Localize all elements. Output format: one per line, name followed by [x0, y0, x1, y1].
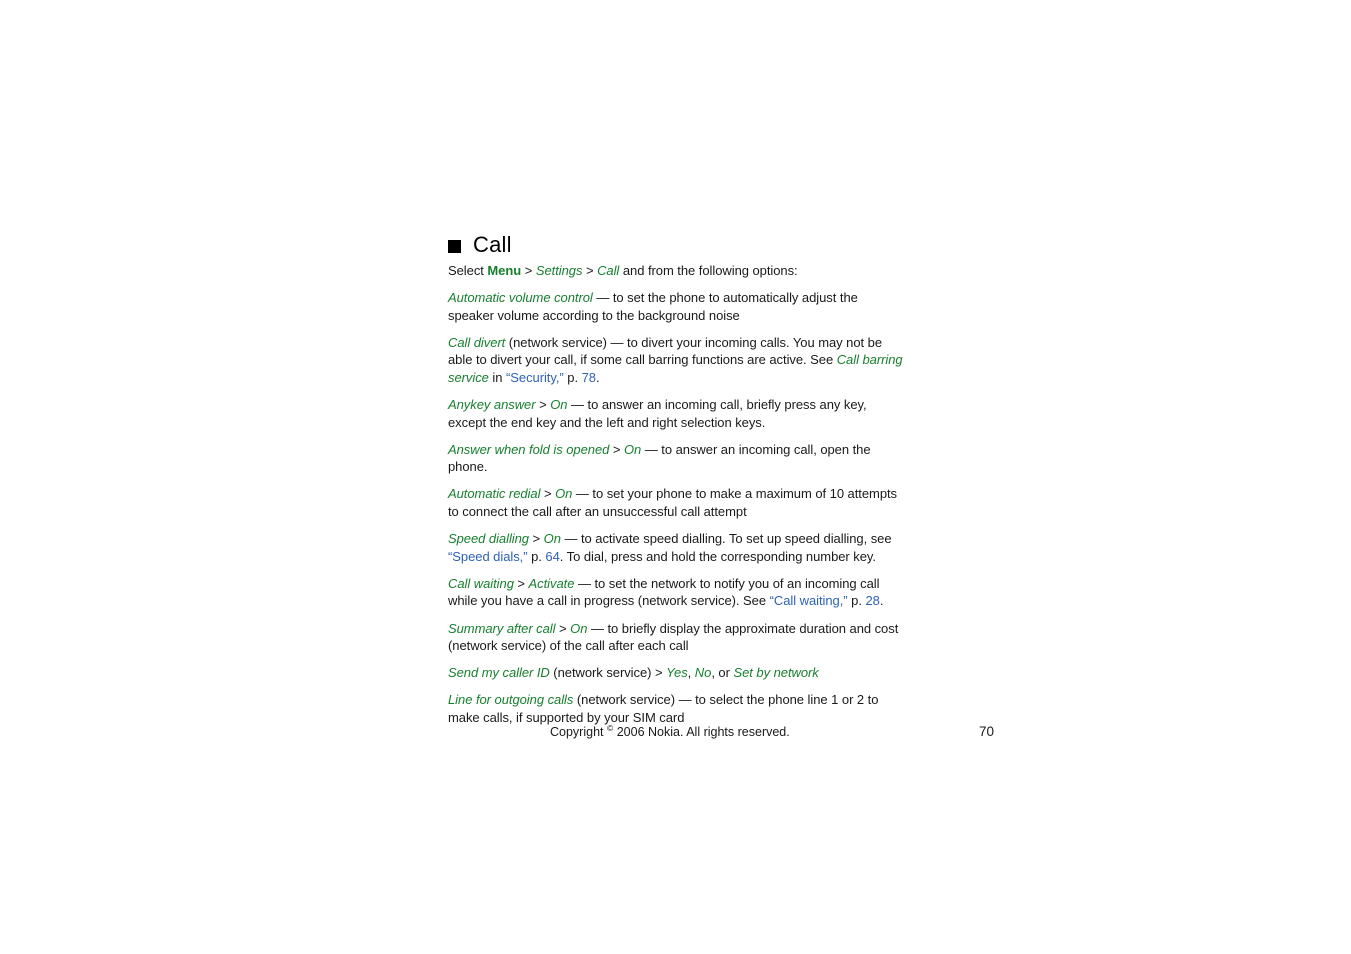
value-send-caller-id-yes: Yes: [666, 665, 688, 681]
value-speed-dialling: On: [543, 531, 561, 547]
paragraph-answer-when-fold-is-opened: Answer when fold is opened > On — to ans…: [448, 441, 904, 476]
link-security[interactable]: “Security,”: [506, 370, 564, 385]
term-anykey-answer: Anykey answer: [448, 397, 536, 413]
sep-automatic-redial: >: [540, 486, 556, 502]
link-call-waiting[interactable]: “Call waiting,”: [770, 593, 848, 608]
intro-separator-1: >: [521, 263, 536, 278]
sep-summary-after-call: >: [555, 620, 571, 636]
document-page: Call Select Menu > Settings > Call and f…: [0, 0, 1351, 954]
body-content: Select Menu > Settings > Call and from t…: [448, 262, 904, 726]
paragraph-line-for-outgoing-calls: Line for outgoing calls (network service…: [448, 691, 904, 726]
intro-tail-text: and from the following options:: [619, 263, 798, 278]
term-send-my-caller-id: Send my caller ID: [448, 665, 550, 681]
desc-speed-dialling-c: . To dial, press and hold the correspond…: [559, 548, 876, 564]
term-automatic-redial: Automatic redial: [448, 486, 541, 502]
page-ref-78[interactable]: 78: [582, 370, 596, 385]
desc-call-waiting-c: .: [879, 593, 884, 609]
paragraph-send-my-caller-id: Send my caller ID (network service) > Ye…: [448, 664, 904, 682]
intro-separator-2: >: [582, 263, 598, 278]
desc-call-divert-d: .: [595, 369, 600, 385]
page-title: Call: [473, 232, 512, 257]
paragraph-call-waiting: Call waiting > Activate — to set the net…: [448, 575, 904, 610]
sep-anykey-answer: >: [535, 397, 551, 413]
paragraph-automatic-volume-control: Automatic volume control — to set the ph…: [448, 289, 904, 324]
intro-call-term: Call: [597, 263, 620, 278]
value-send-caller-id-no: No: [694, 665, 712, 681]
value-send-caller-id-set-by-network: Set by network: [733, 665, 819, 681]
sep-speed-dialling: >: [528, 531, 544, 547]
desc-call-waiting-b: p.: [847, 593, 866, 609]
paragraph-call-divert: Call divert (network service) — to diver…: [448, 334, 904, 387]
term-call-waiting: Call waiting: [448, 575, 514, 591]
desc-call-divert-c: p.: [563, 369, 582, 385]
intro-menu-term: Menu: [487, 263, 522, 278]
desc-speed-dialling-b: p.: [527, 548, 546, 564]
link-speed-dials[interactable]: “Speed dials,”: [448, 549, 528, 564]
paragraph-automatic-redial: Automatic redial > On — to set your phon…: [448, 485, 904, 520]
copyright-prefix: Copyright: [550, 725, 607, 739]
term-call-divert: Call divert: [448, 334, 506, 350]
term-speed-dialling: Speed dialling: [448, 531, 529, 547]
paragraph-speed-dialling: Speed dialling > On — to activate speed …: [448, 530, 904, 565]
filled-square-icon: [448, 240, 461, 253]
desc-call-divert-a: (network service) — to divert your incom…: [448, 334, 883, 368]
term-summary-after-call: Summary after call: [448, 620, 556, 636]
value-call-waiting: Activate: [528, 575, 575, 591]
intro-select-label: Select: [448, 263, 488, 278]
desc-call-divert-b: in: [488, 369, 506, 385]
paragraph-summary-after-call: Summary after call > On — to briefly dis…: [448, 620, 904, 655]
page-ref-28[interactable]: 28: [865, 593, 879, 608]
section-heading: Call: [448, 234, 512, 256]
copyright-suffix: 2006 Nokia. All rights reserved.: [613, 725, 790, 739]
sep-call-waiting: >: [513, 575, 529, 591]
desc-send-my-caller-id-a: (network service) >: [549, 665, 667, 681]
sep-answer-when-fold-is-opened: >: [609, 441, 624, 457]
copyright-notice: Copyright © 2006 Nokia. All rights reser…: [550, 723, 790, 741]
page-ref-64[interactable]: 64: [545, 549, 559, 564]
value-summary-after-call: On: [570, 620, 588, 636]
term-automatic-volume-control: Automatic volume control: [448, 290, 593, 306]
value-answer-when-fold-is-opened: On: [623, 441, 642, 457]
term-line-for-outgoing-calls: Line for outgoing calls: [448, 692, 574, 708]
page-footer: Copyright © 2006 Nokia. All rights reser…: [448, 723, 994, 741]
page-number: 70: [978, 724, 994, 739]
value-automatic-redial: On: [555, 486, 573, 502]
sep-send-caller-id-1: ,: [687, 665, 695, 681]
paragraph-anykey-answer: Anykey answer > On — to answer an incomi…: [448, 396, 904, 431]
sep-send-caller-id-2: , or: [711, 665, 734, 681]
term-answer-when-fold-is-opened: Answer when fold is opened: [448, 441, 610, 457]
value-anykey-answer: On: [550, 397, 568, 413]
intro-settings-term: Settings: [535, 263, 583, 278]
intro-paragraph: Select Menu > Settings > Call and from t…: [448, 262, 904, 280]
desc-speed-dialling-a: — to activate speed dialling. To set up …: [560, 531, 892, 547]
